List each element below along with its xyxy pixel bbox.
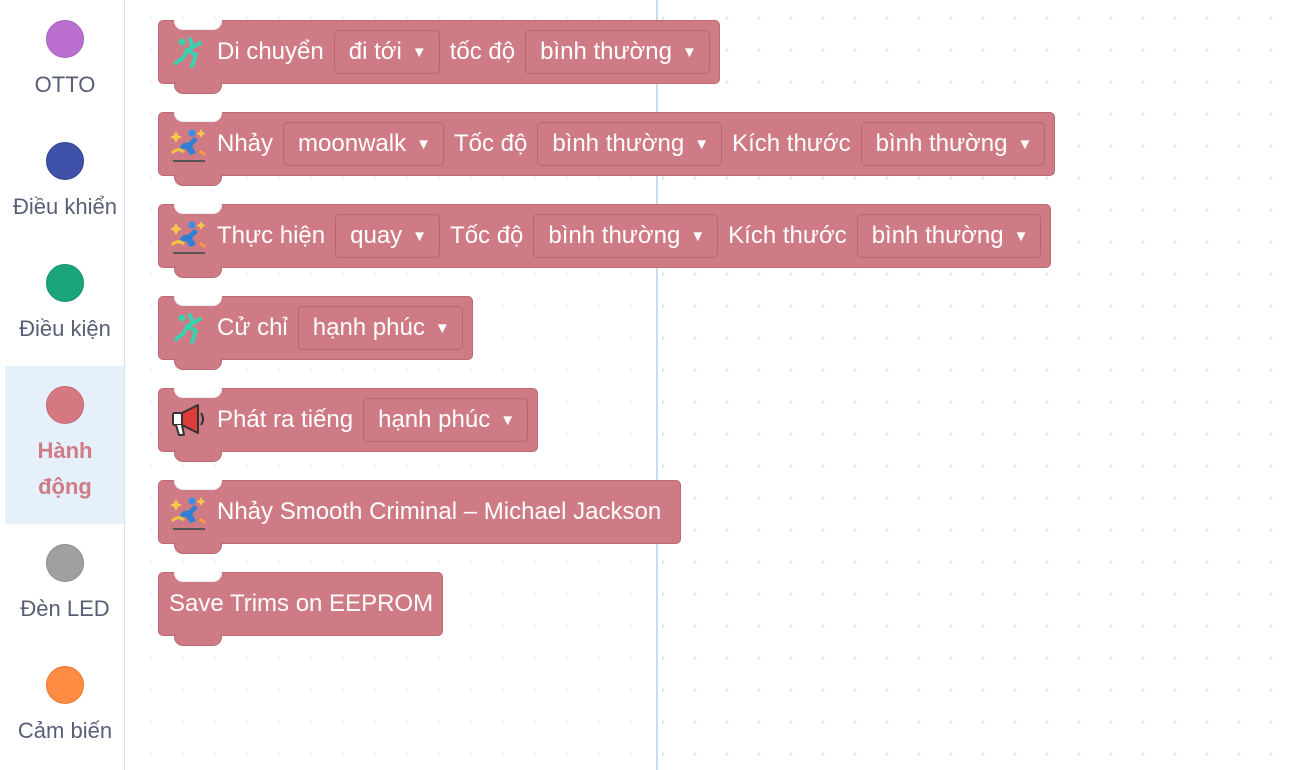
chevron-down-icon: ▼	[1017, 135, 1033, 153]
category-actions-dot	[46, 385, 84, 424]
action-value: quay	[350, 222, 403, 249]
size-value: bình thường	[871, 222, 1004, 249]
block-perform-label: Thực hiện	[217, 222, 326, 249]
sound-value: hạnh phúc	[378, 406, 491, 433]
category-label: OTTO	[34, 71, 96, 97]
category-control[interactable]: Điều khiển	[5, 122, 124, 244]
block-gesture-label: Cử chỉ	[217, 314, 288, 341]
dance-sparkle-icon	[169, 492, 209, 532]
block-dance-label: Nhảy	[217, 130, 274, 157]
size-dropdown[interactable]: bình thường ▼	[856, 214, 1042, 258]
block-move[interactable]: Di chuyển đi tới ▼ tốc độ bình thường ▼	[158, 20, 720, 94]
category-label: Cảm biến	[17, 717, 113, 743]
speed-value: bình thường	[548, 222, 681, 249]
speed-label: Tốc độ	[453, 130, 528, 157]
category-sensors-dot	[46, 665, 84, 704]
direction-value: đi tới	[348, 38, 402, 65]
speed-dropdown[interactable]: bình thường ▼	[537, 122, 723, 166]
category-label: Điều kiện	[19, 315, 111, 341]
category-otto-dot	[46, 19, 84, 58]
sound-dropdown[interactable]: hạnh phúc ▼	[363, 398, 529, 442]
category-control-dot	[46, 141, 84, 180]
size-dropdown[interactable]: bình thường ▼	[860, 122, 1046, 166]
category-otto[interactable]: OTTO	[5, 0, 124, 122]
speed-label: Tốc độ	[450, 222, 524, 249]
block-sound[interactable]: Phát ra tiếng hạnh phúc ▼	[158, 388, 539, 462]
size-label: Kích thước	[732, 130, 851, 157]
category-led-dot	[46, 543, 84, 582]
block-move-label: Di chuyển	[217, 38, 324, 65]
block-gesture[interactable]: Cử chỉ hạnh phúc ▼	[158, 296, 473, 370]
speed-dropdown[interactable]: bình thường ▼	[533, 214, 719, 258]
chevron-down-icon: ▼	[411, 43, 427, 61]
category-led[interactable]: Đèn LED	[5, 524, 124, 646]
megaphone-icon	[169, 400, 209, 440]
category-conditions[interactable]: Điều kiện	[5, 244, 124, 366]
category-actions[interactable]: Hành động	[5, 366, 124, 524]
category-label: Điều khiển	[13, 193, 117, 219]
chevron-down-icon: ▼	[416, 135, 431, 153]
speed-value: bình thường	[540, 38, 672, 65]
block-save-trims-label: Save Trims on EEPROM	[169, 590, 434, 617]
speed-value: bình thường	[552, 130, 685, 157]
gesture-dropdown[interactable]: hạnh phúc ▼	[297, 306, 463, 350]
chevron-down-icon: ▼	[690, 227, 706, 245]
category-sensors[interactable]: Cảm biến	[5, 646, 124, 768]
block-smooth-criminal[interactable]: Nhảy Smooth Criminal – Michael Jackson	[158, 480, 682, 554]
block-dance[interactable]: Nhảy moonwalk ▼ Tốc độ bình thường ▼ Kíc…	[158, 112, 1056, 186]
speed-label: tốc độ	[449, 38, 516, 65]
running-figure-icon	[169, 32, 209, 72]
dance-sparkle-icon	[169, 216, 209, 256]
chevron-down-icon: ▼	[1013, 227, 1029, 245]
size-value: bình thường	[875, 130, 1008, 157]
running-figure-icon	[169, 308, 209, 348]
chevron-down-icon: ▼	[434, 319, 450, 337]
action-dropdown[interactable]: quay ▼	[335, 214, 441, 258]
block-sound-label: Phát ra tiếng	[217, 406, 354, 433]
category-label: Hành động	[37, 437, 93, 499]
chevron-down-icon: ▼	[412, 227, 428, 245]
dance-value: moonwalk	[298, 130, 407, 157]
chevron-down-icon: ▼	[681, 43, 697, 61]
block-perform[interactable]: Thực hiện quay ▼ Tốc độ bình thường ▼ Kí…	[158, 204, 1052, 278]
category-sidebar: OTTO Điều khiển Điều kiện Hành động Đèn …	[0, 0, 125, 770]
dance-dropdown[interactable]: moonwalk ▼	[283, 122, 444, 166]
chevron-down-icon: ▼	[694, 135, 710, 153]
speed-dropdown[interactable]: bình thường ▼	[525, 30, 710, 74]
size-label: Kích thước	[728, 222, 847, 249]
gesture-value: hạnh phúc	[312, 314, 425, 341]
block-save-trims[interactable]: Save Trims on EEPROM	[158, 572, 444, 646]
direction-dropdown[interactable]: đi tới ▼	[333, 30, 440, 74]
category-conditions-dot	[46, 263, 84, 302]
dance-sparkle-icon	[169, 124, 209, 164]
category-label: Đèn LED	[20, 595, 110, 621]
chevron-down-icon: ▼	[500, 411, 516, 429]
block-smooth-criminal-label: Nhảy Smooth Criminal – Michael Jackson	[217, 498, 662, 525]
